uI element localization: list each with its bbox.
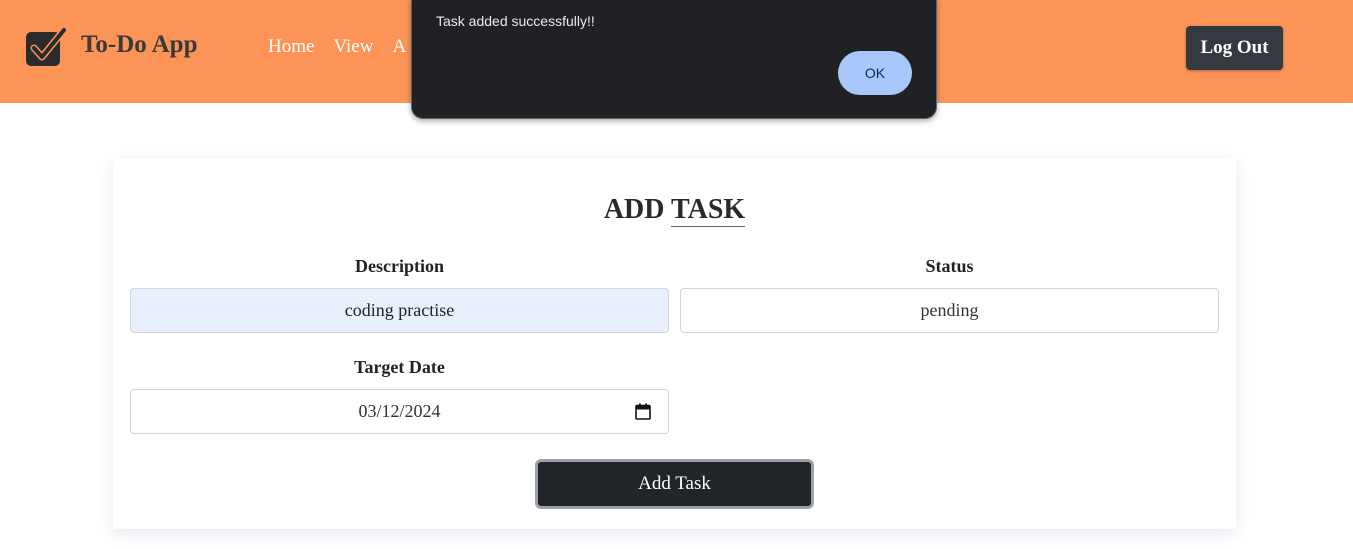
alert-dialog: Task added successfully!! OK — [411, 0, 937, 119]
alert-ok-button[interactable]: OK — [838, 51, 912, 95]
nav-links: Home View A — [268, 37, 406, 56]
status-input[interactable]: pending — [680, 288, 1219, 333]
nav-link-view[interactable]: View — [333, 37, 373, 56]
target-date-label: Target Date — [354, 357, 445, 377]
alert-message: Task added successfully!! — [436, 13, 595, 29]
title-part-add: ADD — [603, 194, 665, 225]
logout-button[interactable]: Log Out — [1186, 26, 1283, 70]
calendar-icon[interactable] — [635, 403, 651, 420]
brand-title: To-Do App — [81, 30, 198, 58]
nav-link-add[interactable]: A — [392, 37, 406, 56]
target-date-value: 03/12/2024 — [358, 401, 441, 421]
target-date-input[interactable]: 03/12/2024 — [130, 389, 669, 434]
page-title: ADD TASK — [113, 194, 1236, 227]
add-task-card: ADD TASK Description coding practise Sta… — [113, 159, 1236, 529]
title-part-task: TASK — [671, 194, 746, 227]
description-label: Description — [355, 256, 444, 276]
checkbox-check-icon — [26, 26, 68, 66]
brand[interactable]: To-Do App — [24, 26, 198, 68]
status-label: Status — [925, 256, 974, 276]
nav-link-home[interactable]: Home — [268, 37, 314, 56]
add-task-button[interactable]: Add Task — [535, 459, 814, 509]
description-input[interactable]: coding practise — [130, 288, 669, 333]
